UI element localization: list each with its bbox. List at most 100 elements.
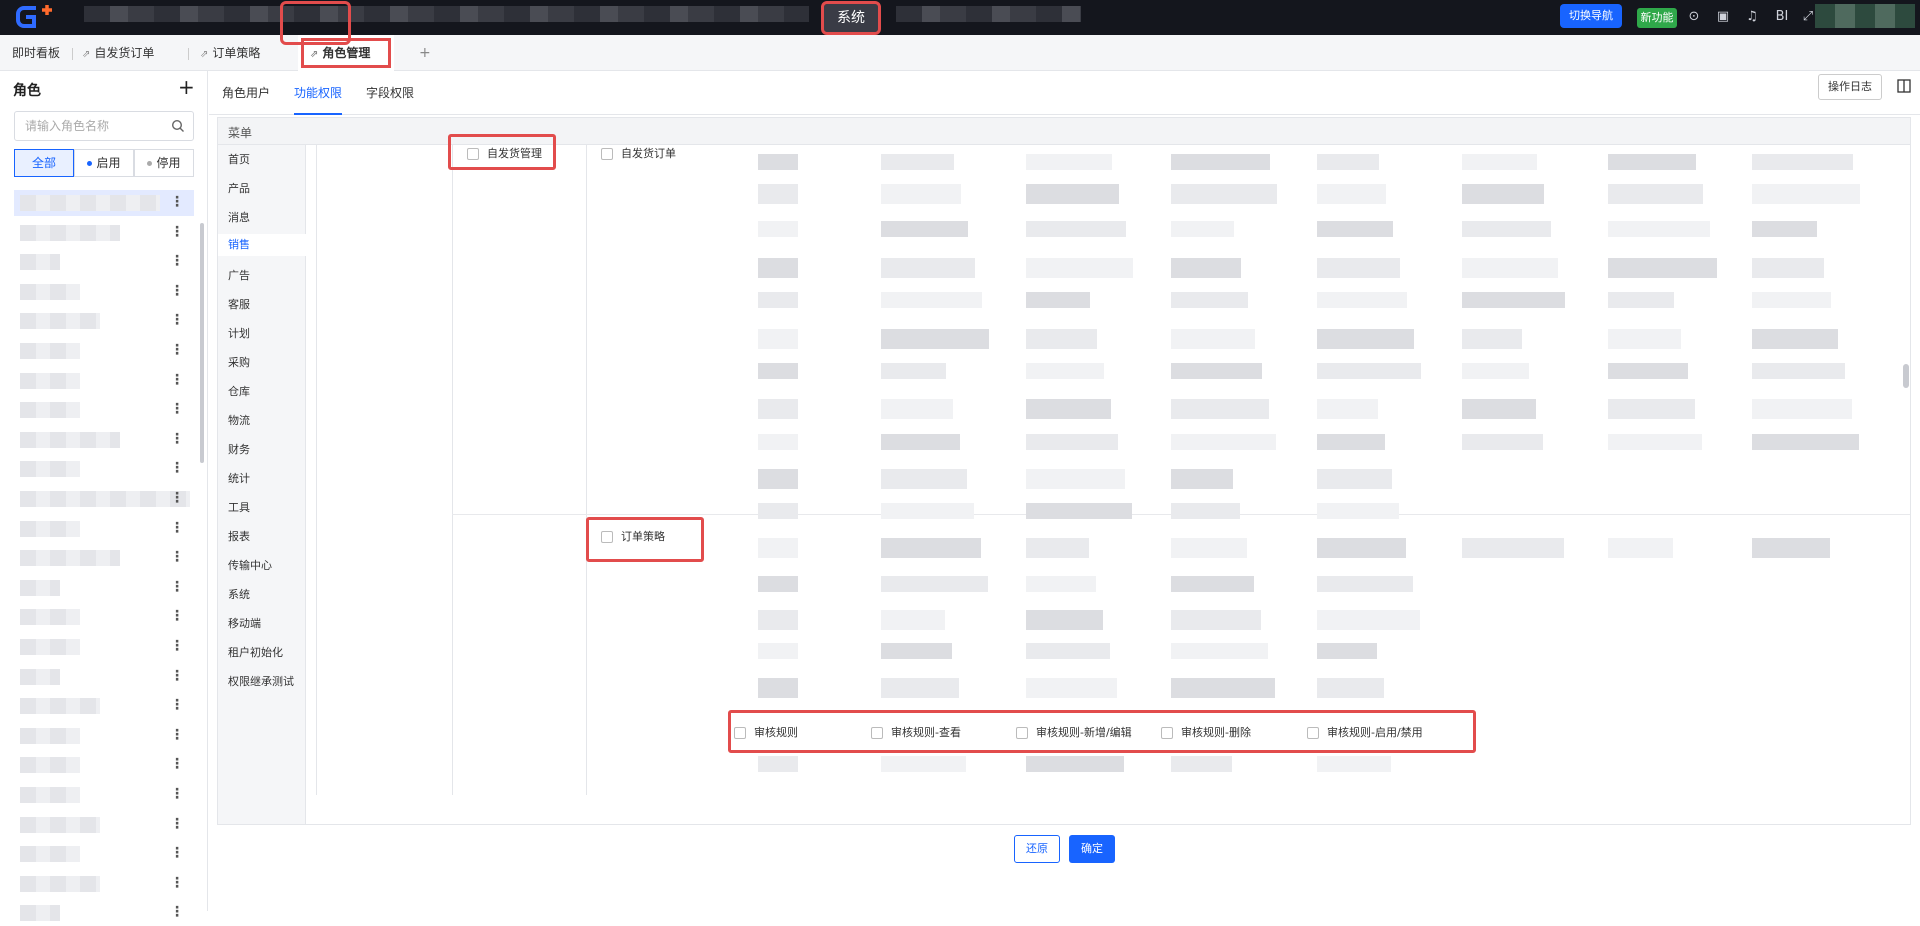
tab-dashboard[interactable]: 即时看板 (12, 35, 60, 71)
menu-item[interactable]: 采购 (228, 354, 250, 370)
more-vertical-icon[interactable]: ⋮ (170, 637, 184, 655)
nav-system-tab[interactable]: 系统 (821, 1, 881, 35)
subtab-field-permissions[interactable]: 字段权限 (366, 71, 414, 115)
role-list-item[interactable]: ⋮ (14, 279, 194, 305)
add-role-button[interactable]: + (178, 75, 195, 99)
fullscreen-icon[interactable]: ⤢ (1800, 9, 1816, 25)
role-list-item[interactable]: ⋮ (14, 545, 194, 571)
more-vertical-icon[interactable]: ⋮ (170, 223, 184, 241)
more-vertical-icon[interactable]: ⋮ (170, 193, 184, 211)
menu-item[interactable]: 物流 (228, 412, 250, 428)
role-list-item[interactable]: ⋮ (14, 486, 194, 512)
more-vertical-icon[interactable]: ⋮ (170, 785, 184, 803)
user-avatar[interactable] (1815, 4, 1915, 28)
more-vertical-icon[interactable]: ⋮ (170, 844, 184, 862)
role-list-item[interactable]: ⋮ (14, 664, 194, 690)
more-vertical-icon[interactable]: ⋮ (170, 696, 184, 714)
more-vertical-icon[interactable]: ⋮ (170, 252, 184, 270)
role-list-item[interactable]: ⋮ (14, 427, 194, 453)
menu-item[interactable]: 财务 (228, 441, 250, 457)
confirm-button[interactable]: 确定 (1069, 835, 1115, 863)
switch-nav-button[interactable]: 切换导航 (1560, 4, 1622, 28)
permission-self-ship-orders[interactable]: 自发货订单 (601, 147, 676, 161)
app-logo-icon[interactable] (16, 4, 56, 30)
role-list-item[interactable]: ⋮ (14, 338, 194, 364)
role-list-item[interactable]: ⋮ (14, 249, 194, 275)
role-list-item[interactable]: ⋮ (14, 812, 194, 838)
filter-disabled[interactable]: 停用 (134, 149, 194, 177)
menu-item[interactable]: 系统 (228, 586, 250, 602)
more-vertical-icon[interactable]: ⋮ (170, 726, 184, 744)
role-list-item[interactable]: ⋮ (14, 308, 194, 334)
filter-enabled[interactable]: 启用 (74, 149, 134, 177)
restore-button[interactable]: 还原 (1014, 835, 1060, 863)
subtab-role-users[interactable]: 角色用户 (222, 71, 270, 115)
more-vertical-icon[interactable]: ⋮ (170, 311, 184, 329)
more-vertical-icon[interactable]: ⋮ (170, 607, 184, 625)
tab-self-ship-orders[interactable]: ⇗ 自发货订单 (82, 35, 154, 71)
more-vertical-icon[interactable]: ⋮ (170, 400, 184, 418)
split-view-icon[interactable] (1897, 79, 1911, 93)
menu-item[interactable]: 移动端 (228, 615, 261, 631)
role-list-item[interactable]: ⋮ (14, 782, 194, 808)
checkbox[interactable] (601, 148, 613, 160)
more-vertical-icon[interactable]: ⋮ (170, 341, 184, 359)
tab-order-strategy[interactable]: ⇗ 订单策略 (200, 35, 260, 71)
more-vertical-icon[interactable]: ⋮ (170, 519, 184, 537)
subtab-function-permissions[interactable]: 功能权限 (294, 71, 343, 115)
role-list-item[interactable]: ⋮ (14, 397, 194, 423)
menu-item[interactable]: 权限继承测试 (228, 673, 294, 689)
more-vertical-icon[interactable]: ⋮ (170, 548, 184, 566)
menu-item[interactable]: 报表 (228, 528, 250, 544)
role-list-item[interactable]: ⋮ (14, 841, 194, 867)
operation-log-button[interactable]: 操作日志 (1818, 74, 1882, 100)
menu-item[interactable]: 广告 (228, 267, 250, 283)
refresh-icon[interactable]: ⊙ (1686, 9, 1702, 25)
menu-item[interactable]: 销售 (218, 234, 306, 256)
role-list-item[interactable]: ⋮ (14, 368, 194, 394)
menu-item[interactable]: 传输中心 (228, 557, 272, 573)
role-list-item[interactable]: ⋮ (14, 516, 194, 542)
role-list-item[interactable]: ⋮ (14, 752, 194, 778)
new-feature-badge[interactable]: 新功能 (1637, 8, 1677, 28)
more-vertical-icon[interactable]: ⋮ (170, 430, 184, 448)
menu-item[interactable]: 产品 (228, 180, 250, 196)
menu-item[interactable]: 统计 (228, 470, 250, 486)
bell-icon[interactable]: ♫ (1744, 9, 1760, 25)
more-vertical-icon[interactable]: ⋮ (170, 815, 184, 833)
role-search-input[interactable] (15, 112, 165, 140)
role-list-item[interactable]: ⋮ (14, 871, 194, 897)
role-list-item[interactable]: ⋮ (14, 575, 194, 601)
role-list-scrollbar[interactable] (200, 223, 204, 463)
role-list-item[interactable]: ⋮ (14, 456, 194, 482)
more-vertical-icon[interactable]: ⋮ (170, 282, 184, 300)
menu-item[interactable]: 租户初始化 (228, 644, 283, 660)
calendar-icon[interactable]: ▣ (1715, 9, 1731, 25)
menu-item[interactable]: 客服 (228, 296, 250, 312)
search-icon[interactable] (171, 119, 185, 133)
role-list-item[interactable]: ⋮ (14, 634, 194, 660)
menu-item[interactable]: 消息 (228, 209, 250, 225)
role-list-item[interactable]: ⋮ (14, 604, 194, 630)
role-list-item[interactable]: ⋮ (14, 693, 194, 719)
role-list-item[interactable]: ⋮ (14, 220, 194, 246)
more-vertical-icon[interactable]: ⋮ (170, 578, 184, 596)
bi-label[interactable]: BI (1771, 9, 1793, 25)
filter-all[interactable]: 全部 (14, 149, 74, 177)
more-vertical-icon[interactable]: ⋮ (170, 371, 184, 389)
menu-item[interactable]: 工具 (228, 499, 250, 515)
more-vertical-icon[interactable]: ⋮ (170, 459, 184, 477)
more-vertical-icon[interactable]: ⋮ (170, 667, 184, 685)
blurred-nav-menu[interactable] (84, 6, 809, 22)
more-vertical-icon[interactable]: ⋮ (170, 903, 184, 921)
permission-scrollbar[interactable] (1903, 364, 1909, 388)
blurred-nav-menu-right[interactable] (896, 6, 1081, 22)
menu-item[interactable]: 计划 (228, 325, 250, 341)
more-vertical-icon[interactable]: ⋮ (170, 755, 184, 773)
role-list-item[interactable]: ⋮ (14, 723, 194, 749)
role-list-item[interactable]: ⋮ (14, 900, 194, 926)
add-tab-button[interactable]: + (419, 35, 431, 71)
menu-item[interactable]: 仓库 (228, 383, 250, 399)
role-list-item[interactable]: ⋮ (14, 190, 194, 216)
more-vertical-icon[interactable]: ⋮ (170, 874, 184, 892)
